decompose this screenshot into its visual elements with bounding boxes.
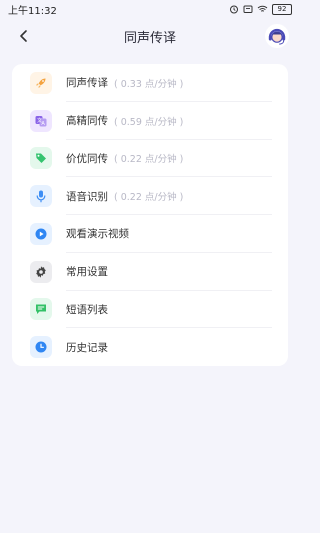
menu-item-history[interactable]: 历史记录 <box>12 328 288 366</box>
menu-item-label: 价优同传 <box>66 152 108 165</box>
menu-item-label: 高精同传 <box>66 115 108 128</box>
menu-item-phrase-list[interactable]: 短语列表 <box>12 291 288 329</box>
menu-item-high-precision[interactable]: 文A 高精同传 ( 0.59 点/分钟 ) <box>12 102 288 140</box>
translate-icon: 文A <box>30 109 52 132</box>
menu-item-settings[interactable]: 常用设置 <box>12 253 288 291</box>
customer-service-button[interactable] <box>264 23 290 49</box>
chat-icon <box>30 298 52 321</box>
menu-card: 同声传译 ( 0.33 点/分钟 ) 文A 高精同传 ( 0.59 点/分钟 )… <box>12 64 288 366</box>
menu-item-simultaneous-interpretation[interactable]: 同声传译 ( 0.33 点/分钟 ) <box>12 64 288 102</box>
menu-item-price: ( 0.33 点/分钟 ) <box>114 78 184 90</box>
status-icons: 92 <box>229 3 292 15</box>
status-time: 上午11:32 <box>8 5 57 17</box>
chevron-left-icon <box>20 30 27 42</box>
tag-icon <box>30 147 52 170</box>
menu-item-speech-recognition[interactable]: 语音识别 ( 0.22 点/分钟 ) <box>12 177 288 215</box>
play-icon <box>30 222 52 245</box>
menu-item-price: ( 0.22 点/分钟 ) <box>114 192 184 204</box>
menu-item-value-interpretation[interactable]: 价优同传 ( 0.22 点/分钟 ) <box>12 140 288 178</box>
customer-service-icon <box>265 24 289 48</box>
menu-item-label: 同声传译 <box>66 77 108 90</box>
menu-item-label: 常用设置 <box>66 266 108 279</box>
menu-item-label: 观看演示视频 <box>66 228 129 241</box>
menu-item-label: 历史记录 <box>66 341 108 354</box>
status-bar: 上午11:32 92 <box>0 0 300 18</box>
nav-header: 同声传译 <box>0 18 300 54</box>
menu-item-demo-video[interactable]: 观看演示视频 <box>12 215 288 253</box>
battery-icon: 92 <box>272 3 292 15</box>
wifi-icon <box>257 5 268 12</box>
svg-text:A: A <box>41 120 45 126</box>
gear-icon <box>30 260 52 283</box>
clock-icon <box>30 336 52 359</box>
page-title: 同声传译 <box>123 30 176 46</box>
menu-item-price: ( 0.59 点/分钟 ) <box>114 116 184 128</box>
microphone-icon <box>30 185 52 208</box>
menu-item-label: 短语列表 <box>66 303 108 316</box>
menu-item-price: ( 0.22 点/分钟 ) <box>114 154 184 166</box>
rocket-icon <box>30 71 52 94</box>
box-icon <box>243 5 253 13</box>
alarm-icon <box>230 5 238 14</box>
menu-item-label: 语音识别 <box>66 190 108 203</box>
back-button[interactable] <box>14 26 34 46</box>
